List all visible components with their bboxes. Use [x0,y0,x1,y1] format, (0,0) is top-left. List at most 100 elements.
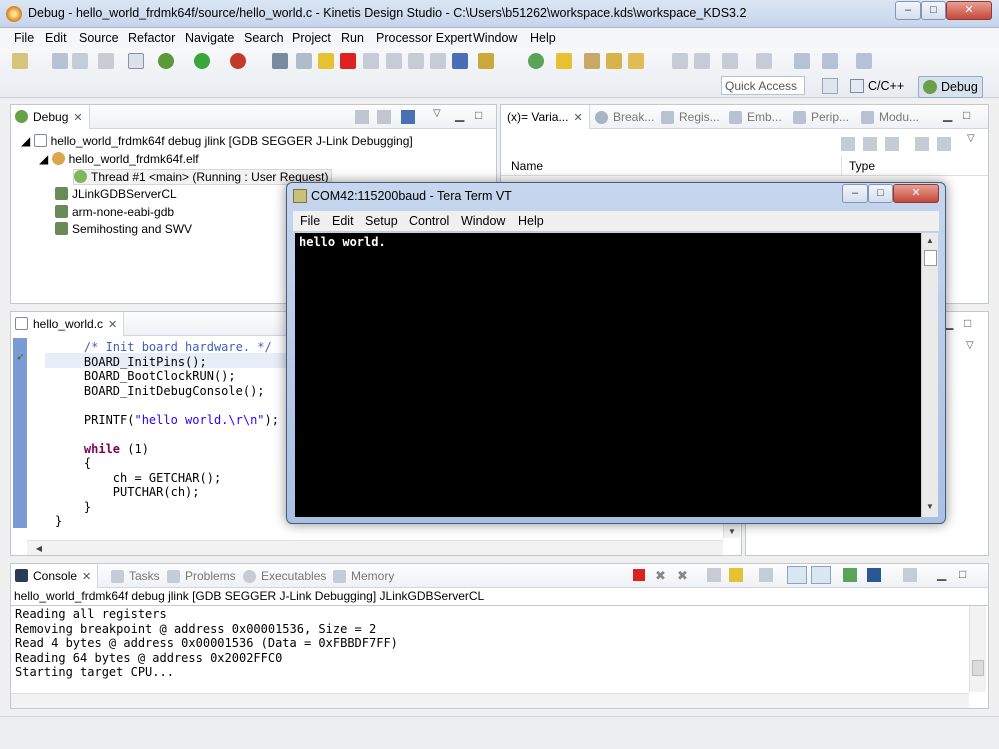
code-line[interactable]: PRINTF("hello world.\r\n"); [55,413,279,428]
code-line[interactable]: ch = GETCHAR(); [55,471,221,486]
clear-console-icon[interactable] [707,568,721,582]
run-tools-icon[interactable] [230,53,246,69]
terminate-icon[interactable] [340,53,356,69]
open-perspective-icon[interactable] [822,78,838,94]
show-on-output-icon[interactable] [787,566,807,584]
run-icon[interactable] [194,53,210,69]
maximize-view-icon[interactable]: □ [964,316,971,330]
menu-file[interactable]: File [14,31,34,45]
menu-search[interactable]: Search [244,31,284,45]
pin-icon[interactable] [694,53,710,69]
menu-processor-expert[interactable]: Processor Expert [376,31,472,45]
tab-variables[interactable]: (x)= Varia... ✕ [501,105,590,129]
teraterm-minimize-button[interactable]: – [842,184,868,203]
tt-menu-window[interactable]: Window [461,214,505,228]
tt-menu-file[interactable]: File [300,214,320,228]
quick-access-input[interactable]: Quick Access [721,76,805,95]
tab-breakpoints[interactable]: Break... [595,110,654,124]
tree-elf[interactable]: ◢ hello_world_frdmk64f.elf [39,152,199,166]
forward-icon[interactable] [822,53,838,69]
tab-registers[interactable]: Regis... [661,110,720,124]
scroll-up-icon[interactable]: ▲ [922,233,938,249]
teraterm-maximize-button[interactable]: □ [868,184,893,203]
editor-hscrollbar[interactable]: ◀ [27,540,723,555]
menu-project[interactable]: Project [292,31,331,45]
refresh-icon[interactable] [528,53,544,69]
maximize-view-icon[interactable]: □ [963,108,970,122]
menu-help[interactable]: Help [530,31,556,45]
open-folder-icon[interactable] [584,53,600,69]
tab-hello-world-c[interactable]: hello_world.c ✕ [11,312,125,336]
column-type[interactable]: Type [849,159,875,173]
minimize-view-icon[interactable]: ▁ [937,567,946,581]
save-icon[interactable] [52,53,68,69]
scroll-down-icon[interactable]: ▼ [724,524,740,540]
remove-terminated-icon[interactable] [355,110,369,124]
view-menu-icon[interactable]: ▽ [433,108,441,119]
step-over-icon[interactable] [408,53,424,69]
teraterm-window[interactable]: COM42:115200baud - Tera Term VT – □ ✕ Fi… [286,182,946,524]
resume-icon[interactable] [296,53,312,69]
new-icon[interactable] [12,53,28,69]
remove-icon[interactable] [863,137,877,151]
code-line[interactable]: BOARD_BootClockRUN(); [55,369,236,384]
remove-launch-icon[interactable]: ✖ [655,568,666,584]
pencil-icon[interactable] [628,53,644,69]
perspective-cpp-button[interactable]: C/C++ [846,76,908,98]
console-hscrollbar[interactable] [11,693,969,708]
forward-arrow-icon[interactable] [856,53,872,69]
scroll-lock-icon[interactable] [729,568,743,582]
pin-console-icon[interactable] [843,568,857,582]
code-line[interactable]: { [55,456,91,471]
perspective-debug-button[interactable]: Debug [918,76,983,98]
menu-source[interactable]: Source [79,31,119,45]
close-icon[interactable]: ✕ [573,112,582,124]
terminate-icon[interactable] [633,569,645,581]
tree-semihosting[interactable]: Semihosting and SWV [55,222,192,236]
scroll-down-icon[interactable]: ▼ [922,499,938,515]
maximize-button[interactable]: □ [921,1,946,20]
minimize-view-icon[interactable]: ▁ [455,108,464,122]
instruction-step-mode-icon[interactable] [401,110,415,124]
scroll-thumb[interactable] [924,250,937,266]
code-line[interactable]: } [55,500,91,515]
open-console-icon[interactable] [903,568,917,582]
code-line[interactable]: } [55,514,62,529]
scroll-left-icon[interactable]: ◀ [31,541,47,557]
step-return-icon[interactable] [430,53,446,69]
teraterm-scrollbar[interactable]: ▲ ▼ [921,233,938,517]
tab-problems[interactable]: Problems [167,569,236,583]
tab-peripherals[interactable]: Perip... [793,110,849,124]
view-menu-icon[interactable]: ▽ [967,133,975,144]
remove-all-icon[interactable] [885,137,899,151]
console-vscrollbar[interactable] [969,606,986,692]
code-line[interactable]: BOARD_InitDebugConsole(); [55,384,265,399]
prev-annotation-icon[interactable] [756,53,772,69]
menu-navigate[interactable]: Navigate [185,31,234,45]
show-on-error-icon[interactable] [811,566,831,584]
menu-refactor[interactable]: Refactor [128,31,175,45]
pin-view-icon[interactable] [937,137,951,151]
tab-tasks[interactable]: Tasks [111,569,160,583]
tab-executables[interactable]: Executables [243,569,326,583]
menu-run[interactable]: Run [341,31,364,45]
tab-console[interactable]: Console ✕ [11,564,99,588]
tab-memory[interactable]: Memory [333,569,394,583]
save-all-icon[interactable] [72,53,88,69]
close-icon[interactable]: ✕ [73,112,82,124]
teraterm-screen[interactable]: hello world. [295,233,921,517]
back-icon[interactable] [794,53,810,69]
tree-gdb[interactable]: arm-none-eabi-gdb [55,205,174,219]
code-line[interactable]: PUTCHAR(ch); [55,485,200,500]
binary-icon[interactable] [128,53,144,69]
scroll-thumb[interactable] [972,660,984,676]
step-into-icon[interactable] [386,53,402,69]
close-icon[interactable]: ✕ [82,571,91,583]
tt-menu-help[interactable]: Help [518,214,544,228]
restart-icon[interactable] [478,53,494,69]
print-icon[interactable] [98,53,114,69]
remove-all-launches-icon[interactable]: ✖ [677,568,688,584]
open-file-icon[interactable] [606,53,622,69]
new-view-icon[interactable] [915,137,929,151]
disconnect-icon[interactable] [363,53,379,69]
